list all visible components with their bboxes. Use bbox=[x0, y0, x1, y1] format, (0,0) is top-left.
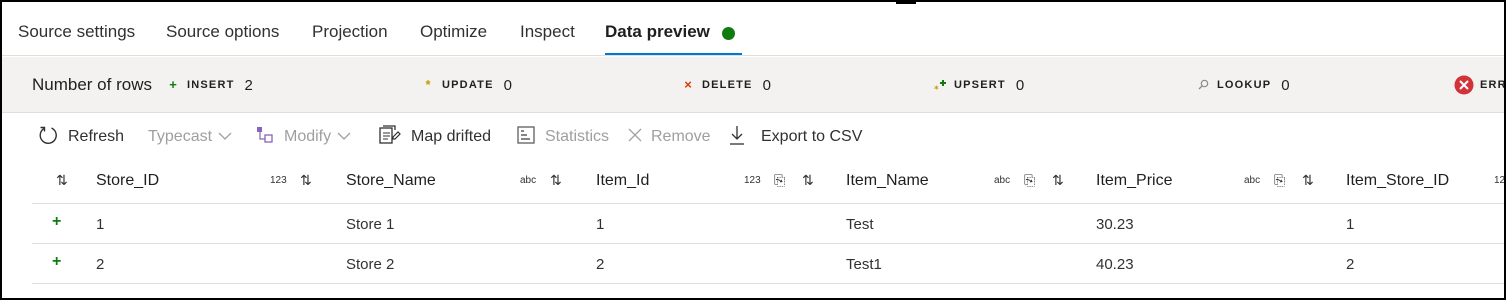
sort-icon[interactable]: ⇅ bbox=[1052, 172, 1064, 189]
search-icon bbox=[1197, 79, 1209, 91]
window-notch bbox=[896, 0, 916, 4]
table-row[interactable]: + 1 Store 1 1 Test 30.23 1 bbox=[32, 204, 1504, 244]
preview-toolbar: Refresh Typecast Modify Map drifted Stat… bbox=[2, 114, 1504, 160]
upsert-count: * UPSERT 0 bbox=[934, 76, 1025, 96]
type-badge: abc bbox=[994, 175, 1011, 186]
type-badge: 123 bbox=[270, 175, 287, 186]
insert-marker-icon: + bbox=[52, 253, 62, 270]
tab-projection[interactable]: Projection bbox=[312, 22, 388, 42]
tab-optimize[interactable]: Optimize bbox=[420, 22, 487, 42]
remove-button[interactable]: Remove bbox=[627, 125, 711, 149]
table-header: ⇅ Store_ID 123 ⇅ Store_Name abc ⇅ Item_I… bbox=[32, 160, 1506, 204]
table-row[interactable]: + 2 Store 2 2 Test1 40.23 2 bbox=[32, 244, 1504, 284]
sort-icon[interactable]: ⇅ bbox=[300, 172, 312, 189]
table-cell: 1 bbox=[1346, 216, 1355, 233]
sort-icon[interactable]: ⇅ bbox=[802, 172, 814, 189]
delete-count: × DELETE 0 bbox=[682, 75, 771, 95]
tab-bar: Source settings Source options Projectio… bbox=[2, 2, 1504, 56]
map-drifted-icon[interactable]: ⎘ bbox=[1274, 172, 1285, 189]
map-drifted-icon[interactable]: ⎘ bbox=[1024, 172, 1035, 189]
error-count: ERRO bbox=[1454, 75, 1504, 95]
export-csv-button[interactable]: Export to CSV bbox=[729, 125, 862, 149]
svg-text:*: * bbox=[934, 85, 939, 93]
table-cell: 1 bbox=[96, 216, 105, 233]
tab-data-preview[interactable]: Data preview bbox=[605, 22, 710, 42]
column-header[interactable]: Store_Name bbox=[346, 172, 436, 190]
map-drifted-button[interactable]: Map drifted bbox=[379, 124, 491, 150]
update-count: * UPDATE 0 bbox=[422, 75, 511, 95]
status-dot-icon bbox=[722, 27, 735, 40]
table-cell: 40.23 bbox=[1096, 256, 1134, 273]
type-badge: abc bbox=[520, 175, 537, 186]
statistics-button[interactable]: Statistics bbox=[517, 125, 609, 149]
sort-icon[interactable]: ⇅ bbox=[1302, 172, 1314, 189]
data-preview-panel: Source settings Source options Projectio… bbox=[0, 0, 1506, 300]
column-header[interactable]: Store_ID bbox=[96, 172, 159, 190]
error-icon bbox=[1454, 75, 1474, 95]
table-cell: 2 bbox=[596, 256, 605, 273]
table-cell: Store 1 bbox=[346, 216, 395, 233]
chevron-down-icon bbox=[337, 128, 351, 146]
lookup-count: LOOKUP 0 bbox=[1197, 75, 1290, 95]
upsert-icon: * bbox=[934, 79, 946, 95]
table-cell: Test1 bbox=[846, 256, 882, 273]
insert-count: + INSERT 2 bbox=[167, 75, 253, 95]
table-cell: 1 bbox=[596, 216, 605, 233]
active-tab-indicator bbox=[605, 53, 742, 55]
download-icon bbox=[729, 125, 745, 150]
plus-icon: + bbox=[169, 77, 177, 92]
row-count-label: Number of rows bbox=[32, 75, 152, 94]
tab-source-options[interactable]: Source options bbox=[166, 22, 279, 42]
modify-dropdown[interactable]: Modify bbox=[256, 125, 351, 149]
column-header[interactable]: Item_Id bbox=[596, 172, 649, 190]
tab-inspect[interactable]: Inspect bbox=[520, 22, 575, 42]
row-count-bar: Number of rows + INSERT 2 * UPDATE 0 × D… bbox=[2, 57, 1504, 113]
close-icon bbox=[627, 127, 643, 148]
table-cell: Store 2 bbox=[346, 256, 395, 273]
sort-icon[interactable]: ⇅ bbox=[550, 172, 562, 189]
refresh-icon bbox=[38, 125, 58, 150]
column-header[interactable]: Item_Name bbox=[846, 172, 929, 190]
type-badge: 123 bbox=[744, 175, 761, 186]
tab-source-settings[interactable]: Source settings bbox=[18, 22, 135, 42]
sort-icon[interactable]: ⇅ bbox=[56, 172, 68, 189]
column-header[interactable]: Item_Store_ID bbox=[1346, 172, 1449, 190]
asterisk-icon: * bbox=[425, 77, 431, 92]
table-cell: 2 bbox=[96, 256, 105, 273]
column-header[interactable]: Item_Price bbox=[1096, 172, 1172, 190]
typecast-dropdown[interactable]: Typecast bbox=[148, 125, 232, 149]
table-cell: Test bbox=[846, 216, 874, 233]
table-cell: 2 bbox=[1346, 256, 1355, 273]
x-icon: × bbox=[684, 77, 692, 92]
type-badge: abc bbox=[1244, 175, 1261, 186]
chevron-down-icon bbox=[218, 128, 232, 146]
modify-icon bbox=[256, 126, 274, 149]
map-drifted-icon bbox=[379, 124, 401, 150]
map-drifted-icon[interactable]: ⎘ bbox=[774, 172, 785, 189]
insert-marker-icon: + bbox=[52, 213, 62, 230]
type-badge: 12 bbox=[1494, 175, 1506, 186]
refresh-button[interactable]: Refresh bbox=[38, 125, 124, 149]
statistics-icon bbox=[517, 125, 535, 149]
table-cell: 30.23 bbox=[1096, 216, 1134, 233]
